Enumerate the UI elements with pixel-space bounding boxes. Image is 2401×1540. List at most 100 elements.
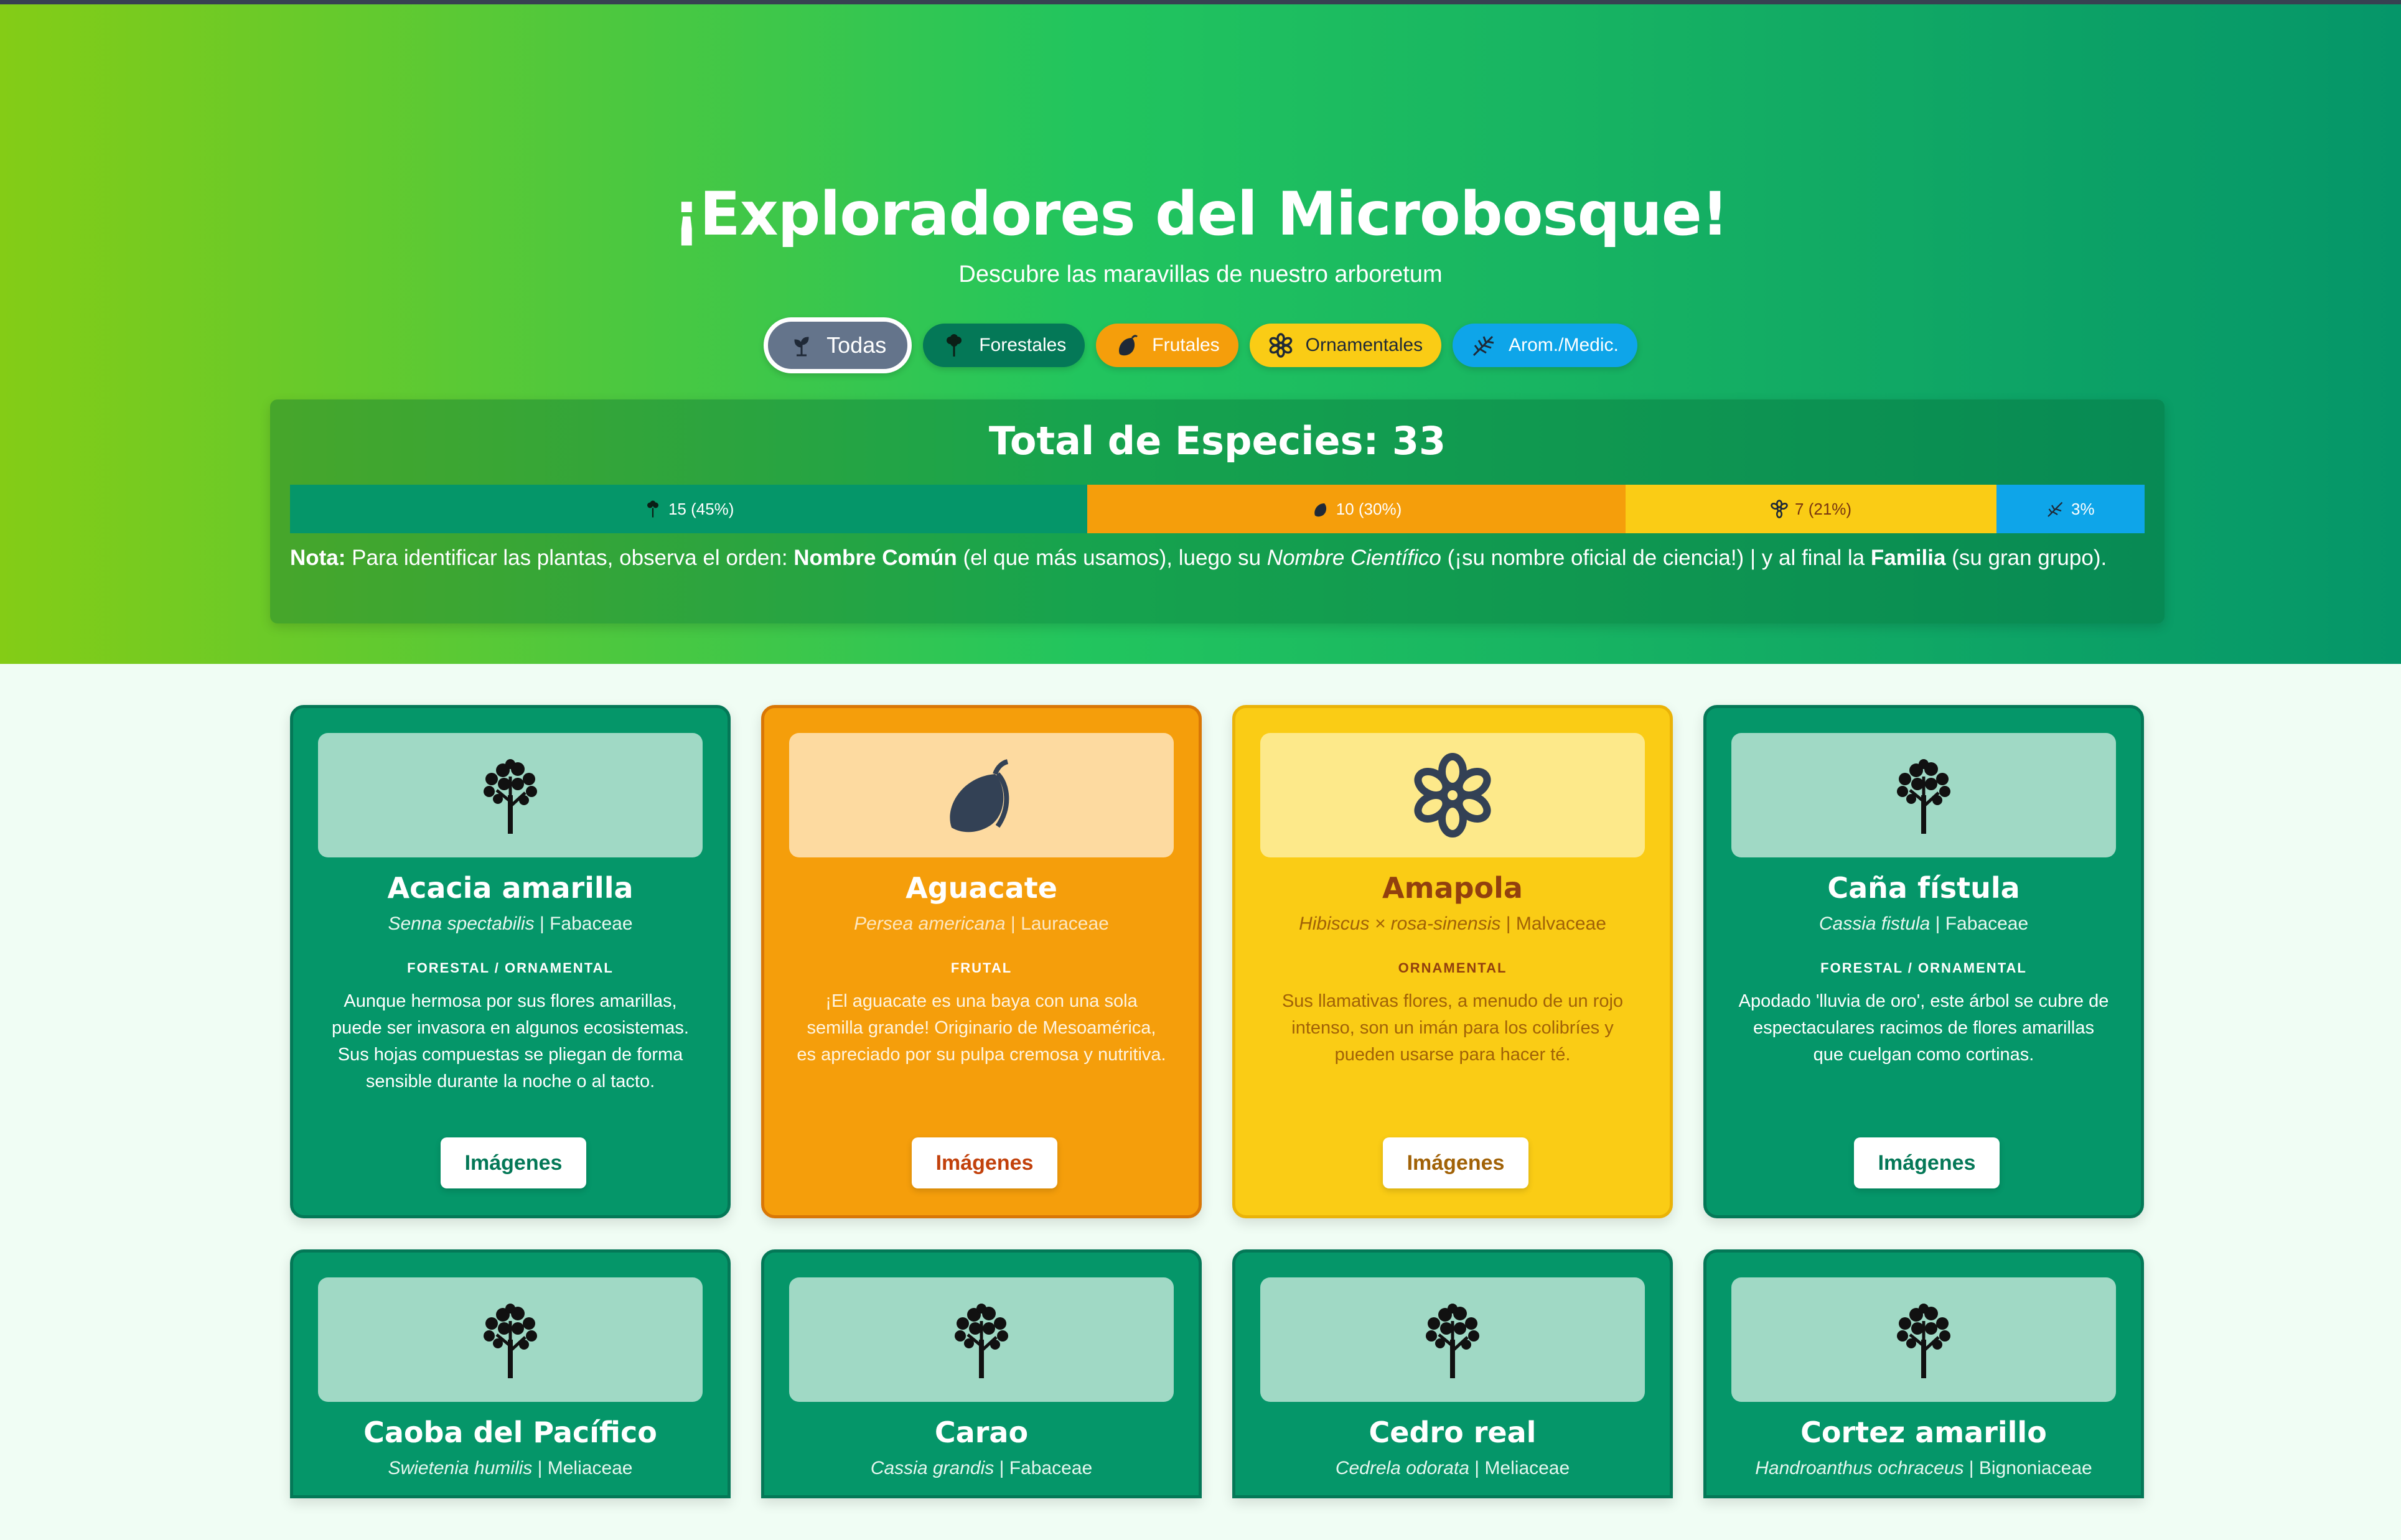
tree-icon [1409, 1296, 1496, 1383]
species-category: FORESTAL / ORNAMENTAL [1820, 960, 2027, 976]
family-text: Fabaceae [1945, 913, 2029, 934]
stats-title: Total de Especies: 33 [988, 418, 1446, 464]
note-text: (el que más usamos), luego su [957, 546, 1267, 570]
species-scientific-name: Hibiscus × rosa-sinensis | Malvaceae [1299, 913, 1606, 934]
segment-forestales: 15 (45%) [290, 485, 1088, 533]
species-scientific-name: Cassia fistula | Fabaceae [1818, 913, 2029, 934]
species-thumbnail [1731, 733, 2116, 857]
species-card: Cortez amarillo Handroanthus ochraceus | … [1703, 1249, 2144, 1498]
tree-icon [1880, 1296, 1967, 1383]
identification-note: Nota: Para identificar las plantas, obse… [290, 543, 2145, 574]
species-common-name: Cedro real [1369, 1416, 1537, 1449]
filter-ornamentales-button[interactable]: Ornamentales [1249, 324, 1442, 367]
species-scientific-name: Handroanthus ochraceus | Bignoniaceae [1755, 1458, 2092, 1478]
species-distribution-bar: 15 (45%) 10 (30%) 7 (21%) 3% [290, 485, 2145, 533]
flower-icon [1269, 333, 1292, 358]
species-description: Sus llamativas flores, a menudo de un ro… [1281, 991, 1624, 1065]
filter-bar: Todas Forestales Frutales Ornamentales A… [0, 317, 2401, 373]
images-button[interactable]: Imágenes [912, 1137, 1057, 1188]
scientific-name-text: Cedrela odorata [1335, 1458, 1469, 1478]
species-thumbnail [1731, 1277, 2116, 1402]
species-thumbnail [1260, 1277, 1645, 1402]
family-text: Fabaceae [550, 913, 633, 934]
species-common-name: Carao [934, 1416, 1029, 1449]
note-text: (¡su nombre oficial de ciencia!) | y al … [1441, 546, 1871, 570]
tree-icon [647, 500, 658, 518]
family-text: Meliaceae [547, 1458, 633, 1478]
filter-label: Forestales [979, 335, 1067, 355]
species-card-grid: Acacia amarilla Senna spectabilis | Fabac… [290, 705, 2145, 1498]
species-card: Caña fístula Cassia fistula | Fabaceae FOR… [1703, 705, 2144, 1218]
species-category: ORNAMENTAL [1398, 960, 1507, 976]
species-category: FRUTAL [950, 960, 1013, 976]
stats-panel: Total de Especies: 33 15 (45%) 10 (30%) … [270, 399, 2165, 623]
filter-label: Todas [826, 332, 887, 358]
species-common-name: Aguacate [906, 871, 1057, 905]
family-text: Fabaceae [1009, 1458, 1093, 1478]
flower-icon [1771, 500, 1788, 518]
segment-label: 15 (45%) [668, 499, 734, 518]
images-button[interactable]: Imágenes [1383, 1137, 1528, 1188]
tree-icon [1880, 752, 1967, 839]
segment-ornamentales: 7 (21%) [1625, 485, 1996, 533]
scientific-name-text: Cassia fistula [1818, 913, 1931, 934]
species-scientific-name: Persea americana | Lauraceae [854, 913, 1109, 934]
species-common-name: Cortez amarillo [1800, 1416, 2047, 1449]
species-thumbnail [1260, 733, 1645, 857]
filter-label: Arom./Medic. [1509, 335, 1619, 355]
mango-icon [1119, 335, 1138, 356]
species-card: Amapola Hibiscus × rosa-sinensis | Malvac… [1232, 705, 1673, 1218]
herb-icon [1473, 335, 1494, 357]
page-title: ¡Exploradores del Microbosque! [673, 179, 1728, 249]
species-common-name: Amapola [1382, 871, 1523, 905]
segment-label: 3% [2071, 499, 2095, 518]
species-card: Acacia amarilla Senna spectabilis | Fabac… [290, 705, 731, 1218]
scientific-name-text: Senna spectabilis [388, 913, 535, 934]
segment-label: 10 (30%) [1336, 499, 1402, 518]
images-button[interactable]: Imágenes [441, 1137, 586, 1188]
filter-label: Ornamentales [1305, 335, 1423, 355]
note-scientific-name: Nombre Científico [1266, 546, 1441, 570]
mango-icon [1314, 503, 1326, 517]
species-thumbnail [789, 733, 1174, 857]
species-card: Caoba del Pacífico Swietenia humilis | Me… [290, 1249, 731, 1498]
species-card: Cedro real Cedrela odorata | Meliaceae [1232, 1249, 1673, 1498]
filter-aromaticas-button[interactable]: Arom./Medic. [1453, 324, 1637, 367]
tree-icon [467, 752, 554, 839]
species-thumbnail [789, 1277, 1174, 1402]
family-text: Lauraceae [1021, 913, 1109, 934]
species-description: Apodado 'lluvia de oro', este árbol se c… [1738, 991, 2109, 1065]
note-common-name: Nombre Común [793, 546, 957, 570]
family-text: Meliaceae [1484, 1458, 1570, 1478]
species-scientific-name: Senna spectabilis | Fabaceae [388, 913, 633, 934]
scientific-name-text: Handroanthus ochraceus [1755, 1458, 1964, 1478]
species-common-name: Acacia amarilla [387, 871, 634, 905]
note-text: (su gran grupo). [1945, 546, 2107, 570]
filter-frutales-button[interactable]: Frutales [1096, 324, 1238, 367]
scientific-name-text: Persea americana [854, 913, 1006, 934]
species-card: Aguacate Persea americana | Lauraceae FRUT… [761, 705, 1202, 1218]
family-text: Bignoniaceae [1978, 1458, 2092, 1478]
window-top-border [0, 0, 2401, 4]
species-thumbnail [318, 733, 703, 857]
species-common-name: Caña fístula [1827, 871, 2020, 905]
scientific-name-text: Cassia grandis [870, 1458, 995, 1478]
species-scientific-name: Cedrela odorata | Meliaceae [1335, 1458, 1570, 1478]
filter-label: Frutales [1152, 335, 1220, 355]
family-text: Malvaceae [1515, 913, 1606, 934]
filter-todas-button[interactable]: Todas [764, 317, 912, 373]
species-common-name: Caoba del Pacífico [363, 1416, 657, 1449]
mango-icon [938, 752, 1025, 839]
species-description: ¡El aguacate es una baya con una sola se… [797, 991, 1166, 1065]
scientific-name-text: Hibiscus × rosa-sinensis [1299, 913, 1501, 934]
note-prefix: Nota: [290, 546, 346, 570]
images-button[interactable]: Imágenes [1854, 1137, 2000, 1188]
species-scientific-name: Swietenia humilis | Meliaceae [388, 1458, 633, 1478]
scientific-name-text: Swietenia humilis [388, 1458, 533, 1478]
tree-icon [947, 334, 962, 357]
segment-aromaticas: 3% [1996, 485, 2145, 533]
species-scientific-name: Cassia grandis | Fabaceae [870, 1458, 1093, 1478]
tree-icon [938, 1296, 1025, 1383]
species-description: Aunque hermosa por sus flores amarillas,… [332, 991, 689, 1091]
filter-forestales-button[interactable]: Forestales [923, 324, 1085, 367]
